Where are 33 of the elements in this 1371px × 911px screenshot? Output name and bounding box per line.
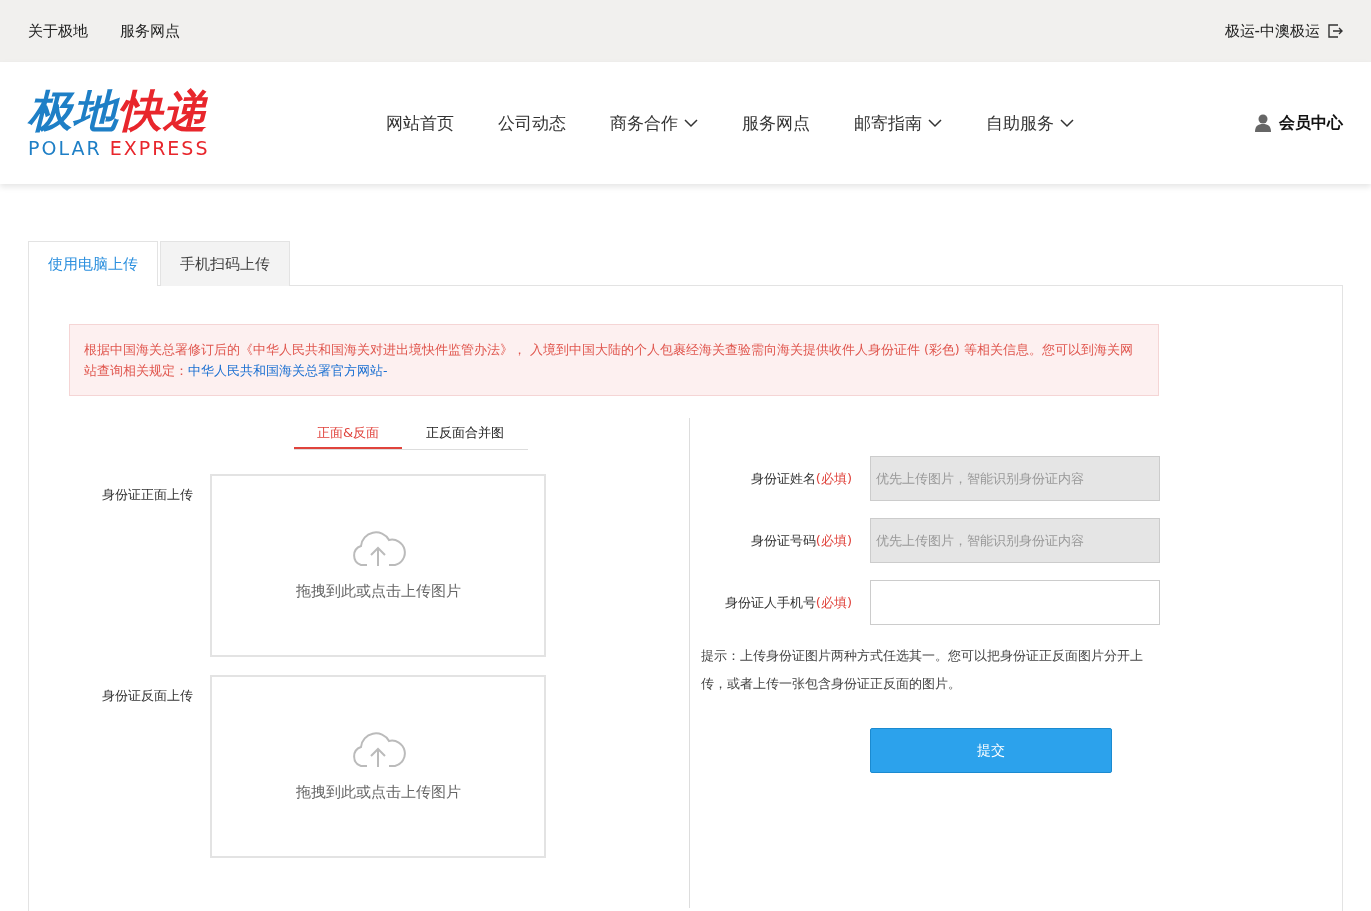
nav-item[interactable]: 服务网点 [742,111,810,135]
user-icon [1255,114,1271,132]
nav-item[interactable]: 自助服务 [986,111,1074,135]
input-field[interactable] [870,580,1160,625]
required-mark: (必填) [815,532,852,548]
logout-icon[interactable] [1328,24,1343,38]
top-link[interactable]: 服务网点 [120,21,180,41]
tip-text: 提示：上传身份证图片两种方式任选其一。您可以把身份证正反面图片分开上传，或者上传一张包含身份证正反面的图片。 [701,647,1144,693]
nav-item[interactable]: 邮寄指南 [854,111,942,135]
field-label: 身份证姓名 [750,470,816,486]
nav-item[interactable]: 网站首页 [386,111,454,135]
tab[interactable]: 使用电脑上传 [28,241,158,286]
customs-website-link[interactable]: 中华人民共和国海关总署官方网站- [188,363,388,378]
account-link[interactable]: 极运-中澳极运 [1224,21,1320,41]
nav-item[interactable]: 商务合作 [610,111,698,135]
required-mark: (必填) [815,470,852,486]
field-label: 身份证人手机号 [724,594,816,610]
tab[interactable]: 手机扫码上传 [160,241,290,286]
field-label: 身份证号码 [750,532,816,548]
upload-dropzone[interactable]: 拖拽到此或点击上传图片 [210,675,546,858]
upload-dropzone[interactable]: 拖拽到此或点击上传图片 [210,474,546,657]
member-center-link[interactable]: 会员中心 [1279,112,1343,134]
upload-mode-tab[interactable]: 正面&反面 [294,418,402,449]
upload-mode-tab[interactable]: 正反面合并图 [402,418,528,447]
upload-hint: 拖拽到此或点击上传图片 [295,783,461,802]
required-mark: (必填) [815,594,852,610]
notice-text: 根据中国海关总署修订后的《中华人民共和国海关对进出境快件监管办法》， 入境到中国大陆的个人包裹经海关查验需向海关提供收件人身份证件 (彩色) 等相关信息。您可以到海关网站查询相关规定：中华人民共和国海关总署官方网站- [84,341,1134,380]
nav-item[interactable]: 公司动态 [498,111,566,135]
upload-label: 身份证正面上传 [101,486,193,504]
top-link[interactable]: 关于极地 [28,21,88,41]
logo[interactable]: 极地快递 POLAR EXPRESS [28,87,278,159]
upload-label: 身份证反面上传 [101,687,193,705]
upload-hint: 拖拽到此或点击上传图片 [295,582,461,601]
